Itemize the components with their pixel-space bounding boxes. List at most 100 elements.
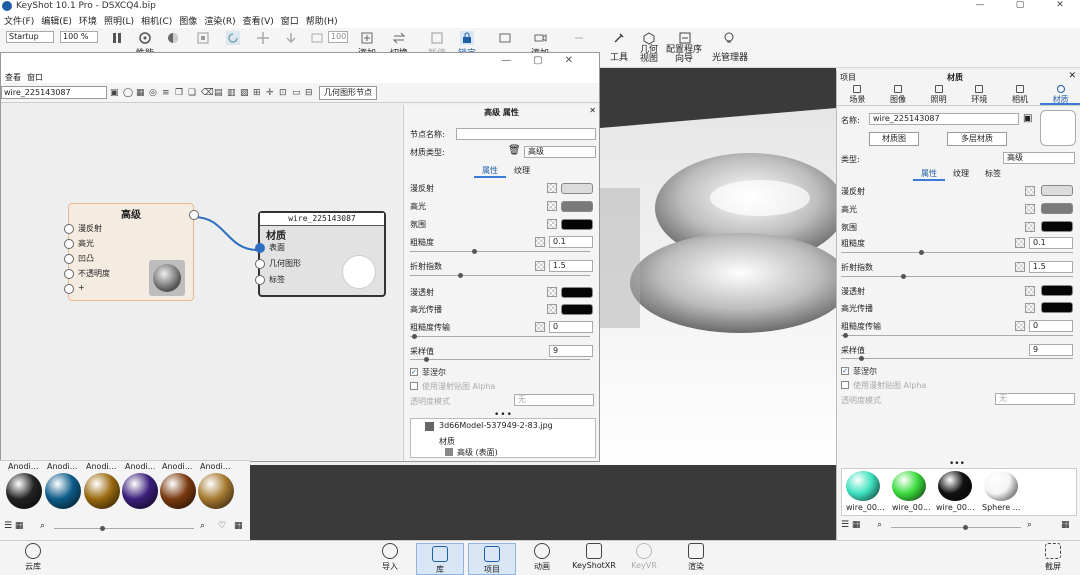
library-thumbnail-knob[interactable] <box>100 526 105 531</box>
copy2-icon[interactable]: ❏ <box>188 88 198 98</box>
samples-input[interactable]: 9 <box>549 345 593 357</box>
properties-close-icon[interactable]: ✕ <box>589 106 596 115</box>
port-opacity[interactable] <box>64 269 74 279</box>
rp-diffuse-swatch[interactable] <box>1041 185 1073 196</box>
port-surface[interactable] <box>255 243 265 253</box>
specular-transmission-swatch[interactable] <box>561 304 593 315</box>
type-select[interactable]: 高级 <box>1003 152 1075 164</box>
layers-icon[interactable]: ▧ <box>240 88 250 98</box>
rp-thumbnail-size-knob[interactable] <box>963 525 968 530</box>
library-thumbnail-slider[interactable] <box>54 526 194 531</box>
save-material-icon[interactable]: ▣ <box>1023 113 1032 124</box>
tab-textures[interactable]: 纹理 <box>506 165 538 178</box>
keyvr-button[interactable]: KeyVR <box>628 543 660 570</box>
pause-render-icon[interactable] <box>430 31 444 45</box>
graph-material-name-input[interactable]: wire_225143087 <box>1 86 107 99</box>
graph-window-controls[interactable]: —▢✕ <box>501 55 595 66</box>
ior-texture-icon[interactable] <box>535 261 545 271</box>
trash-icon[interactable]: ⌫ <box>201 88 214 98</box>
advanced-node[interactable]: 高级 漫反射 高光 凹凸 不透明度 + <box>64 203 199 301</box>
add-icon[interactable] <box>360 31 374 45</box>
node-name-input[interactable] <box>456 128 596 140</box>
material-name-input[interactable]: wire_225143087 <box>869 113 1019 125</box>
library-button[interactable]: 库 <box>416 543 464 575</box>
library-grid-icon[interactable]: ▦ <box>234 521 243 531</box>
rp-specular-texture-icon[interactable] <box>1025 204 1035 214</box>
grid-icon[interactable]: ▤ <box>214 88 224 98</box>
render-viewport[interactable] <box>600 68 836 468</box>
tab-properties[interactable]: 属性 <box>474 165 506 178</box>
menu-help[interactable]: 帮助(H) <box>306 14 338 27</box>
material-type-select[interactable]: 高级 <box>524 146 596 158</box>
port-geometry[interactable] <box>255 259 265 269</box>
rp-ambient-swatch[interactable] <box>1041 221 1073 232</box>
tree-item-material[interactable]: 材质 <box>439 436 455 447</box>
rp-fresnel-checkbox[interactable]: ✓ <box>841 367 849 375</box>
menu-environment[interactable]: 环境 <box>79 14 97 27</box>
scene-material-ball-2[interactable] <box>892 471 926 501</box>
menu-edit[interactable]: 编辑(E) <box>41 14 72 27</box>
aspect-icon[interactable] <box>310 31 324 45</box>
frame-icon[interactable]: ▭ <box>292 88 302 98</box>
diffuse-transmission-texture-icon[interactable] <box>547 287 557 297</box>
roughness-texture-icon[interactable] <box>535 237 545 247</box>
tab-camera[interactable]: 相机 <box>1000 84 1041 105</box>
rp-grid-icon[interactable]: ▦ <box>1061 520 1070 530</box>
rp-samples-slider[interactable] <box>841 356 1073 361</box>
ior-slider[interactable] <box>410 273 590 278</box>
rp-specular-swatch[interactable] <box>1041 203 1073 214</box>
shading-icon[interactable] <box>166 31 180 45</box>
down-arrow-icon[interactable] <box>284 31 298 45</box>
menu-render[interactable]: 渲染(R) <box>204 14 235 27</box>
project-button[interactable]: 项目 <box>468 543 516 575</box>
rp-rough-trans-input[interactable]: 0 <box>1029 320 1073 332</box>
screenshot-button[interactable]: 截屏 <box>1038 543 1068 572</box>
rp-ior-input[interactable]: 1.5 <box>1029 261 1073 273</box>
rp-rough-trans-knob[interactable] <box>843 333 848 338</box>
library-ball-2[interactable] <box>45 473 81 509</box>
tune-icon[interactable]: ≡ <box>162 88 172 98</box>
bulb-icon[interactable]: ◯ <box>123 88 133 98</box>
subtab-properties[interactable]: 属性 <box>913 168 945 181</box>
library-list-view-icon[interactable]: ☰ ▦ <box>4 521 23 531</box>
port-specular[interactable] <box>64 239 74 249</box>
region-icon[interactable] <box>196 31 210 45</box>
port-add[interactable] <box>64 284 74 294</box>
tree-item-texture[interactable]: 3d66Model-537949-2-83.jpg <box>439 421 553 430</box>
diffuse-alpha-checkbox[interactable] <box>410 382 418 390</box>
add-camera-icon[interactable] <box>533 31 547 45</box>
performance-icon[interactable] <box>138 31 152 45</box>
screenshot-toolbar-icon[interactable] <box>498 31 512 45</box>
target-icon[interactable]: ◎ <box>149 88 159 98</box>
tab-scene[interactable]: 场景 <box>837 84 878 105</box>
close-button[interactable]: ✕ <box>1040 0 1080 10</box>
render-button[interactable]: 渲染 <box>680 543 712 572</box>
fit-icon[interactable]: ⊡ <box>279 88 289 98</box>
switch-icon[interactable] <box>392 31 406 45</box>
subtab-textures[interactable]: 纹理 <box>945 168 977 181</box>
copy-icon[interactable]: ❐ <box>175 88 185 98</box>
rp-roughness-slider[interactable] <box>841 250 1073 255</box>
rp-diffuse-trans-texture-icon[interactable] <box>1025 286 1035 296</box>
tab-lighting[interactable]: 照明 <box>918 84 959 105</box>
roughness-transmission-slider[interactable] <box>410 334 590 339</box>
roughness-transmission-texture-icon[interactable] <box>535 322 545 332</box>
library-favorite-icon[interactable]: ♡ <box>218 521 226 531</box>
rp-zoom-out-icon[interactable]: ⌕ <box>877 520 882 530</box>
ambient-color-swatch[interactable] <box>561 219 593 230</box>
scene-material-ball-3[interactable] <box>938 471 972 501</box>
checker-icon[interactable]: ▦ <box>136 88 146 98</box>
graph-menu-window[interactable]: 窗口 <box>27 72 43 83</box>
specular-texture-icon[interactable] <box>547 201 557 211</box>
zoom-select[interactable]: 100 % <box>60 31 98 43</box>
advanced-node-output-port[interactable] <box>189 210 199 220</box>
samples-slider[interactable] <box>410 357 590 362</box>
cloud-library-button[interactable]: 云库 <box>18 543 48 572</box>
library-ball-5[interactable] <box>160 473 196 509</box>
menu-view[interactable]: 查看(V) <box>243 14 274 27</box>
graph-menu-view[interactable]: 查看 <box>5 72 21 83</box>
diffuse-color-swatch[interactable] <box>561 183 593 194</box>
rp-samples-knob[interactable] <box>859 356 864 361</box>
ambient-texture-icon[interactable] <box>547 219 557 229</box>
menu-camera[interactable]: 相机(C) <box>141 14 172 27</box>
